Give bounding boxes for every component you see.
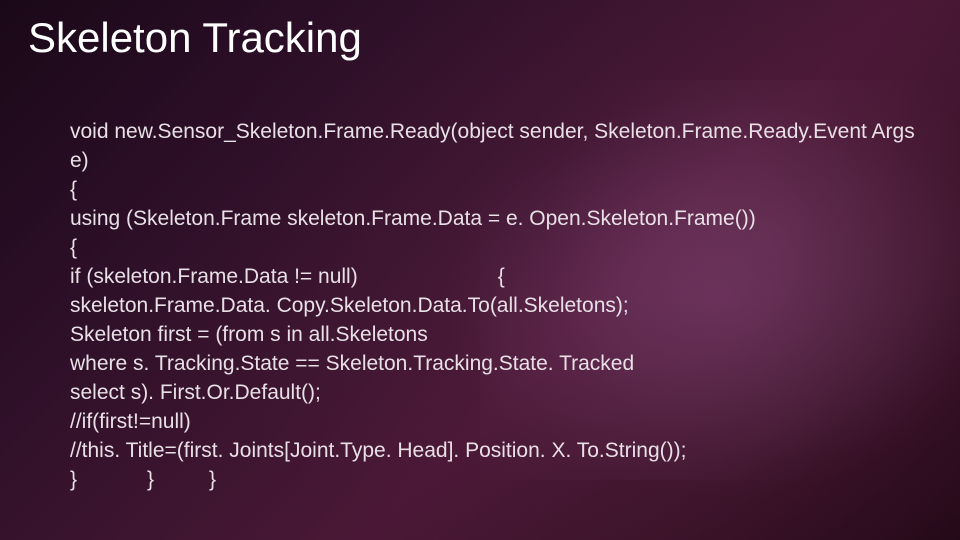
code-line: using (Skeleton.Frame skeleton.Frame.Dat… xyxy=(70,205,920,234)
code-line: }}} xyxy=(70,466,920,495)
code-line: where s. Tracking.State == Skeleton.Trac… xyxy=(70,350,920,379)
code-line: void new.Sensor_Skeleton.Frame.Ready(obj… xyxy=(70,118,920,176)
code-line: { xyxy=(70,234,920,263)
code-text: } xyxy=(209,468,216,491)
code-line: { xyxy=(70,176,920,205)
code-line: skeleton.Frame.Data. Copy.Skeleton.Data.… xyxy=(70,292,920,321)
code-line: select s). First.Or.Default(); xyxy=(70,379,920,408)
code-line: if (skeleton.Frame.Data != null) { xyxy=(70,263,920,292)
code-line: Skeleton first = (from s in all.Skeleton… xyxy=(70,321,920,350)
code-text: if (skeleton.Frame.Data != null) xyxy=(70,265,358,288)
code-text: } xyxy=(147,468,154,491)
code-line: //this. Title=(first. Joints[Joint.Type.… xyxy=(70,437,920,466)
slide: Skeleton Tracking void new.Sensor_Skelet… xyxy=(0,0,960,540)
code-block: void new.Sensor_Skeleton.Frame.Ready(obj… xyxy=(70,118,920,495)
code-text: { xyxy=(498,265,505,288)
code-line: //if(first!=null) xyxy=(70,408,920,437)
slide-title: Skeleton Tracking xyxy=(28,14,362,62)
code-text: } xyxy=(70,468,77,491)
